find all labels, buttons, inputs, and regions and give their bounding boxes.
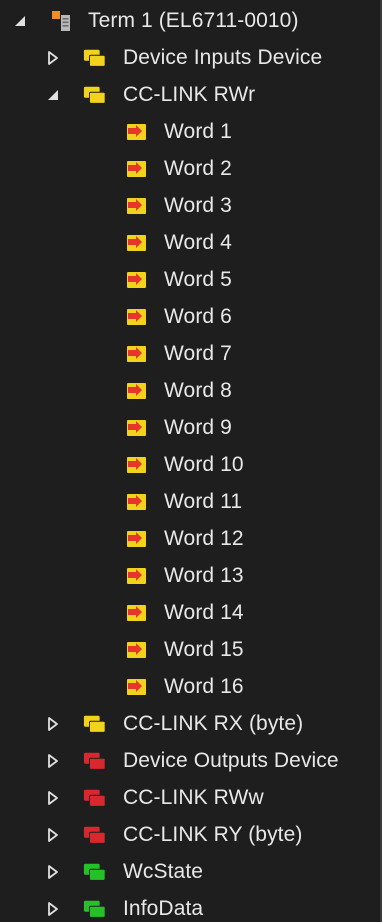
tree-variable-item[interactable]: Word 16: [0, 668, 380, 705]
output-folder-icon: [83, 751, 107, 771]
input-folder-icon: [83, 714, 107, 734]
tree-item-label: CC-LINK RWr: [123, 83, 256, 106]
input-variable-icon: [124, 122, 148, 142]
input-variable-icon: [124, 492, 148, 512]
input-variable-icon: [124, 159, 148, 179]
tree-item-label: Word 8: [164, 379, 232, 402]
tree-item-label: Word 15: [164, 638, 244, 661]
expand-arrow-icon[interactable]: [43, 862, 63, 882]
expand-arrow-icon[interactable]: [43, 899, 63, 919]
tree-item[interactable]: InfoData: [0, 890, 380, 922]
terminal-icon: [50, 10, 74, 31]
input-variable-icon: [124, 344, 148, 364]
tree-variable-item[interactable]: Word 6: [0, 298, 380, 335]
status-folder-icon: [83, 862, 107, 882]
input-variable-icon: [124, 307, 148, 327]
tree-item-label: InfoData: [123, 897, 204, 920]
expand-arrow-icon[interactable]: [43, 48, 63, 68]
expand-arrow-icon[interactable]: [43, 751, 63, 771]
tree-item[interactable]: WcState: [0, 853, 380, 890]
tree-variable-item[interactable]: Word 4: [0, 224, 380, 261]
tree-item[interactable]: Device Outputs Device: [0, 742, 380, 779]
tree-root-term1[interactable]: Term 1 (EL6711-0010): [0, 2, 380, 39]
tree-item[interactable]: Device Inputs Device: [0, 39, 380, 76]
tree-variable-item[interactable]: Word 14: [0, 594, 380, 631]
tree-variable-item[interactable]: Word 5: [0, 261, 380, 298]
tree-variable-item[interactable]: Word 9: [0, 409, 380, 446]
tree-variable-item[interactable]: Word 7: [0, 335, 380, 372]
expand-arrow-icon[interactable]: [43, 714, 63, 734]
input-variable-icon: [124, 233, 148, 253]
output-folder-icon: [83, 788, 107, 808]
tree-variable-item[interactable]: Word 15: [0, 631, 380, 668]
tree-item-label: Word 16: [164, 675, 244, 698]
input-folder-icon: [83, 48, 107, 68]
input-variable-icon: [124, 455, 148, 475]
tree-variable-item[interactable]: Word 1: [0, 113, 380, 150]
input-variable-icon: [124, 640, 148, 660]
expand-arrow-icon[interactable]: [43, 788, 63, 808]
input-variable-icon: [124, 566, 148, 586]
tree-variable-item[interactable]: Word 11: [0, 483, 380, 520]
tree-item-label: Device Outputs Device: [123, 749, 339, 772]
input-variable-icon: [124, 270, 148, 290]
tree-variable-item[interactable]: Word 12: [0, 520, 380, 557]
tree-item-label: CC-LINK RX (byte): [123, 712, 304, 735]
tree-variable-item[interactable]: Word 10: [0, 446, 380, 483]
tree-item-label: Word 9: [164, 416, 232, 439]
collapse-arrow-icon[interactable]: [43, 85, 63, 105]
tree-item-label: Word 14: [164, 601, 244, 624]
tree-item-label: Word 6: [164, 305, 232, 328]
tree-item-label: WcState: [123, 860, 204, 883]
tree-item[interactable]: CC-LINK RWr: [0, 76, 380, 113]
tree-item-label: Word 4: [164, 231, 232, 254]
tree-item[interactable]: CC-LINK RY (byte): [0, 816, 380, 853]
input-variable-icon: [124, 196, 148, 216]
tree-item-label: Word 10: [164, 453, 244, 476]
expand-arrow-icon[interactable]: [43, 825, 63, 845]
tree-item-label: Word 5: [164, 268, 232, 291]
status-folder-icon: [83, 899, 107, 919]
tree-item-label: CC-LINK RY (byte): [123, 823, 303, 846]
tree-item-label: Word 7: [164, 342, 232, 365]
tree-item-label: Device Inputs Device: [123, 46, 323, 69]
input-variable-icon: [124, 381, 148, 401]
collapse-arrow-icon[interactable]: [10, 11, 30, 31]
tree-variable-item[interactable]: Word 8: [0, 372, 380, 409]
output-folder-icon: [83, 825, 107, 845]
tree-item-label: Word 2: [164, 157, 232, 180]
tree-variable-item[interactable]: Word 3: [0, 187, 380, 224]
tree-variable-item[interactable]: Word 2: [0, 150, 380, 187]
tree-item-label: Word 13: [164, 564, 244, 587]
tree-item-label: Word 11: [164, 490, 243, 513]
tree-variable-item[interactable]: Word 13: [0, 557, 380, 594]
tree-item-label: Word 3: [164, 194, 232, 217]
input-folder-icon: [83, 85, 107, 105]
tree-item-label: Word 1: [164, 120, 232, 143]
tree-item[interactable]: CC-LINK RWw: [0, 779, 380, 816]
input-variable-icon: [124, 603, 148, 623]
solution-tree: Term 1 (EL6711-0010) Device Inputs Device…: [0, 0, 382, 922]
input-variable-icon: [124, 529, 148, 549]
tree-item-label: CC-LINK RWw: [123, 786, 264, 809]
tree-item-label: Term 1 (EL6711-0010): [88, 9, 299, 32]
tree-item-label: Word 12: [164, 527, 244, 550]
input-variable-icon: [124, 677, 148, 697]
input-variable-icon: [124, 418, 148, 438]
tree-item[interactable]: CC-LINK RX (byte): [0, 705, 380, 742]
